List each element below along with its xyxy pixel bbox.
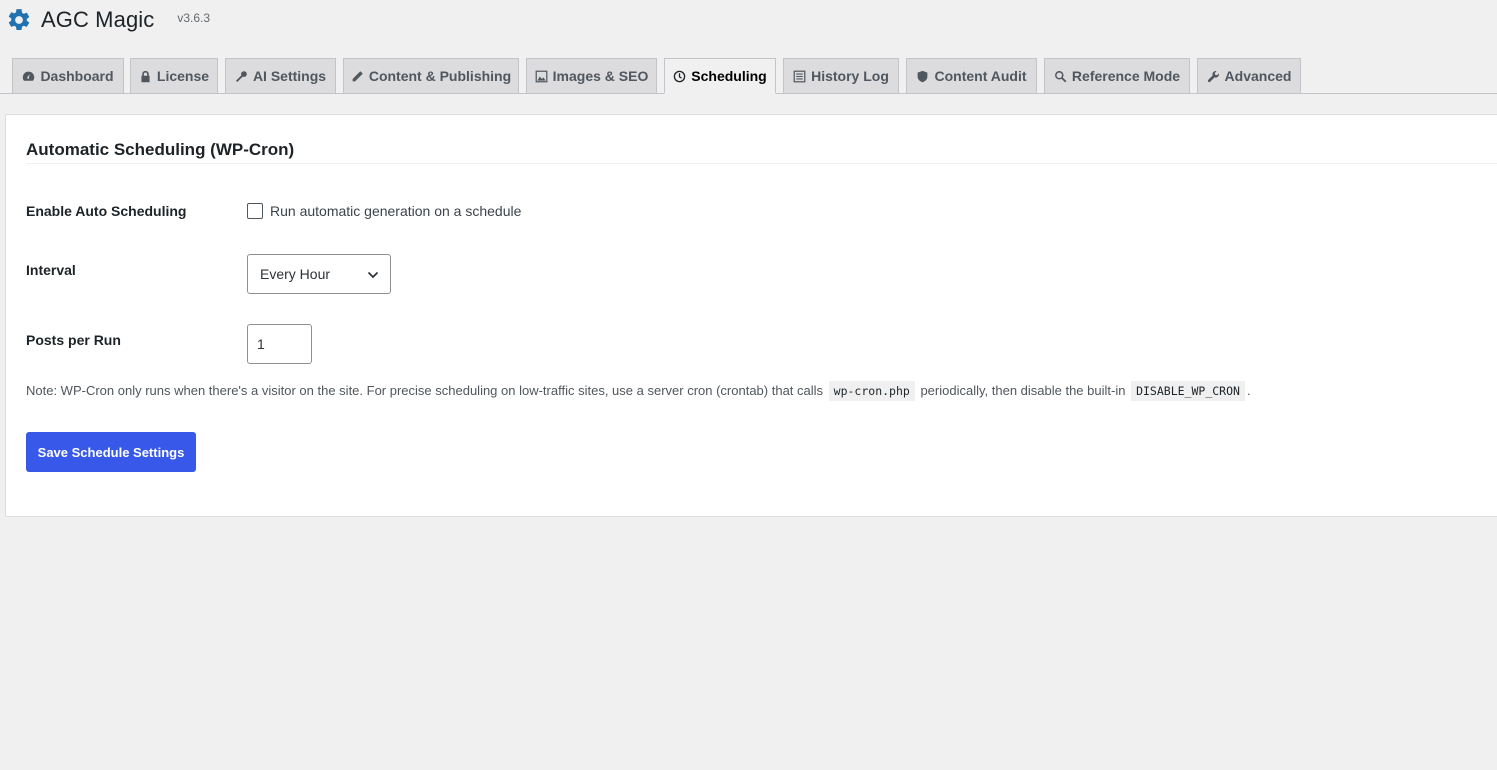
app-header: AGC Magic v3.6.3: [6, 6, 210, 34]
tab-reference-mode[interactable]: Reference Mode: [1044, 58, 1190, 93]
app-title: AGC Magic: [41, 7, 155, 32]
card-title: Automatic Scheduling (WP-Cron): [26, 140, 295, 159]
tab-dashboard[interactable]: Dashboard: [12, 58, 124, 93]
enable-auto-scheduling-checkbox[interactable]: [247, 203, 263, 219]
lock-icon: [139, 70, 152, 83]
tab-label: License: [156, 68, 210, 84]
version-label: v3.6.3: [177, 11, 211, 25]
tab-label: Advanced: [1224, 68, 1292, 84]
code-wp-cron: wp-cron.php: [828, 381, 915, 401]
note-text: Note: WP-Cron only runs when there's a v…: [26, 383, 824, 398]
tab-content-audit[interactable]: Content Audit: [906, 58, 1037, 93]
chevron-down-icon: [366, 268, 380, 282]
gear-icon: [6, 7, 32, 33]
tab-label: Dashboard: [40, 68, 114, 84]
tab-label: Images & SEO: [552, 68, 649, 84]
interval-select[interactable]: Every Hour: [247, 254, 391, 294]
posts-per-run-label: Posts per Run: [26, 332, 121, 348]
dashboard-icon: [22, 70, 35, 83]
interval-value: Every Hour: [260, 266, 331, 282]
image-icon: [535, 70, 548, 83]
list-icon: [793, 70, 806, 83]
tab-ai-settings[interactable]: AI Settings: [225, 58, 336, 93]
tab-advanced[interactable]: Advanced: [1197, 58, 1301, 93]
posts-per-run-input[interactable]: [247, 324, 312, 364]
checkbox-description[interactable]: Run automatic generation on a schedule: [270, 203, 521, 219]
divider: [26, 163, 1497, 164]
tab-label: Reference Mode: [1071, 68, 1181, 84]
key-icon: [235, 70, 248, 83]
tab-label: AI Settings: [252, 68, 327, 84]
tab-label: Content Audit: [934, 68, 1027, 84]
pencil-icon: [351, 70, 364, 83]
tab-content-publishing[interactable]: Content & Publishing: [343, 58, 519, 93]
tab-label: Scheduling: [691, 68, 767, 84]
tab-images-seo[interactable]: Images & SEO: [526, 58, 657, 93]
cron-note: Note: WP-Cron only runs when there's a v…: [26, 381, 1251, 401]
shield-icon: [916, 70, 929, 83]
scheduling-card: Automatic Scheduling (WP-Cron) Enable Au…: [5, 114, 1497, 517]
tab-label: History Log: [811, 68, 889, 84]
code-disable-wp-cron: DISABLE_WP_CRON: [1131, 381, 1245, 401]
tab-license[interactable]: License: [130, 58, 218, 93]
note-text: periodically, then disable the built-in: [920, 383, 1126, 398]
search-icon: [1054, 70, 1067, 83]
tab-scheduling[interactable]: Scheduling: [664, 58, 776, 94]
tab-history-log[interactable]: History Log: [783, 58, 899, 93]
note-text: .: [1246, 383, 1251, 398]
tab-bar: Dashboard License AI Settings Content & …: [0, 58, 1497, 94]
save-schedule-settings-button[interactable]: Save Schedule Settings: [26, 432, 196, 472]
wrench-icon: [1207, 70, 1220, 83]
enable-auto-scheduling-label: Enable Auto Scheduling: [26, 203, 187, 219]
clock-icon: [673, 70, 686, 83]
tab-label: Content & Publishing: [368, 68, 512, 84]
interval-label: Interval: [26, 262, 76, 278]
